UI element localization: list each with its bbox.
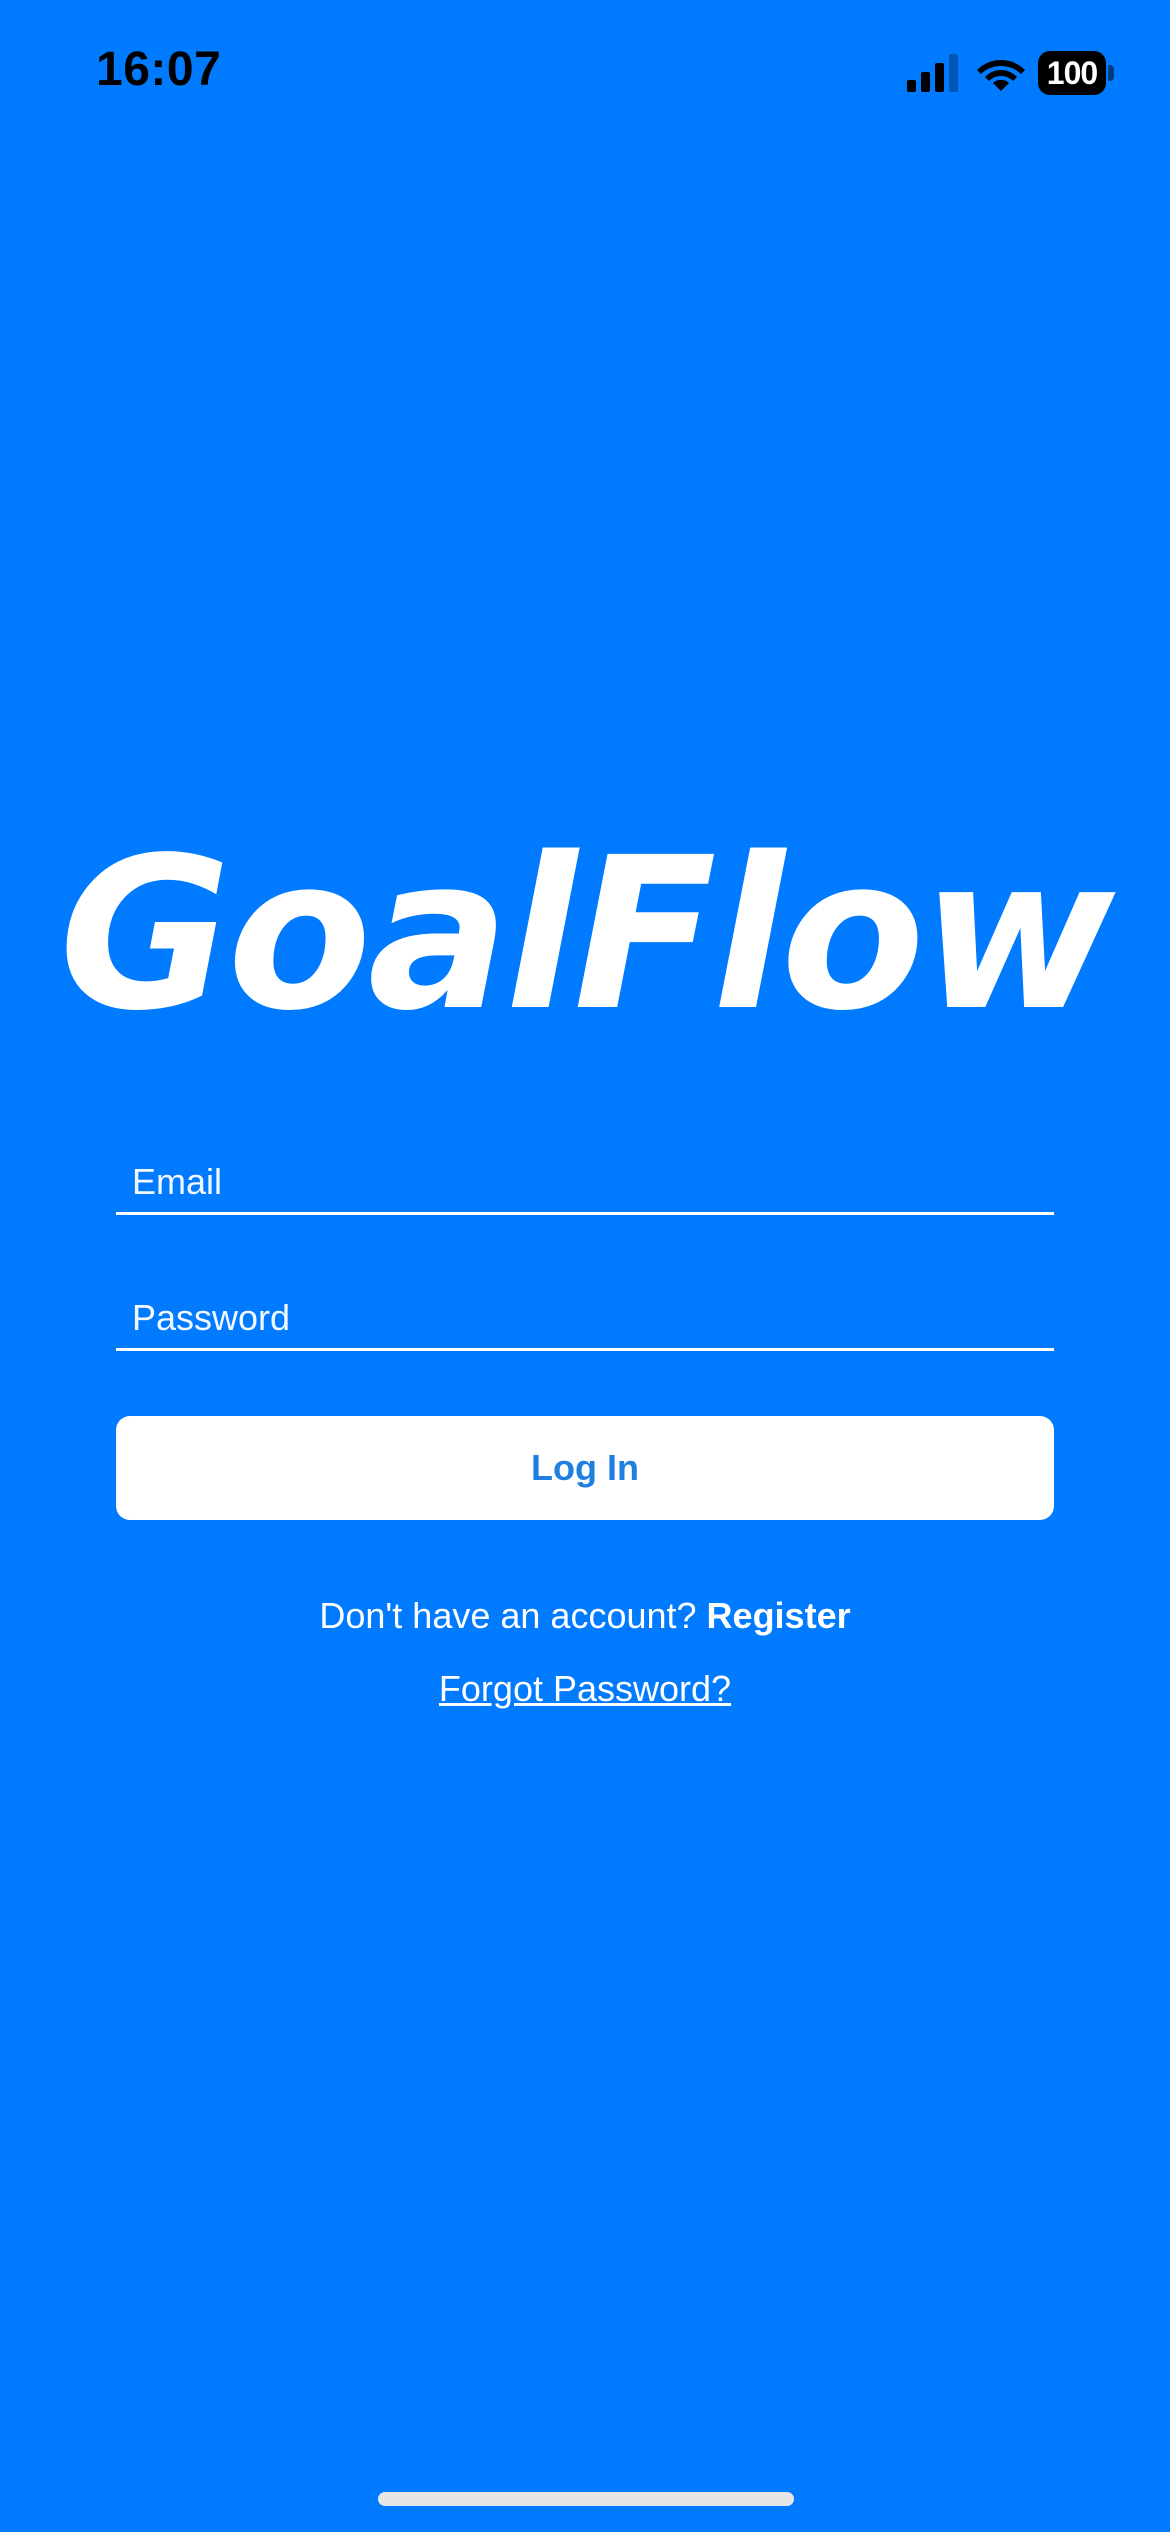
email-field-container xyxy=(116,1152,1054,1215)
battery-icon: 100 xyxy=(1038,51,1114,95)
register-prompt-line: Don't have an account? Register xyxy=(0,1592,1170,1640)
password-field[interactable] xyxy=(132,1288,1032,1348)
battery-level: 100 xyxy=(1038,51,1106,95)
register-prompt-text: Don't have an account? xyxy=(319,1595,697,1636)
wifi-icon xyxy=(977,60,1025,91)
password-field-container xyxy=(116,1288,1054,1351)
login-button[interactable]: Log In xyxy=(116,1416,1054,1520)
status-bar: 16:07 100 xyxy=(0,0,1170,150)
email-field[interactable] xyxy=(132,1152,1032,1212)
forgot-password-link[interactable]: Forgot Password? xyxy=(439,1668,731,1709)
status-time: 16:07 xyxy=(96,43,222,96)
app-logo: GoalFlow xyxy=(58,812,1115,1057)
register-link[interactable]: Register xyxy=(707,1595,851,1636)
cellular-signal-icon xyxy=(907,54,958,92)
battery-tip xyxy=(1108,65,1114,81)
home-indicator[interactable] xyxy=(378,2492,794,2506)
forgot-password-line: Forgot Password? xyxy=(0,1665,1170,1713)
